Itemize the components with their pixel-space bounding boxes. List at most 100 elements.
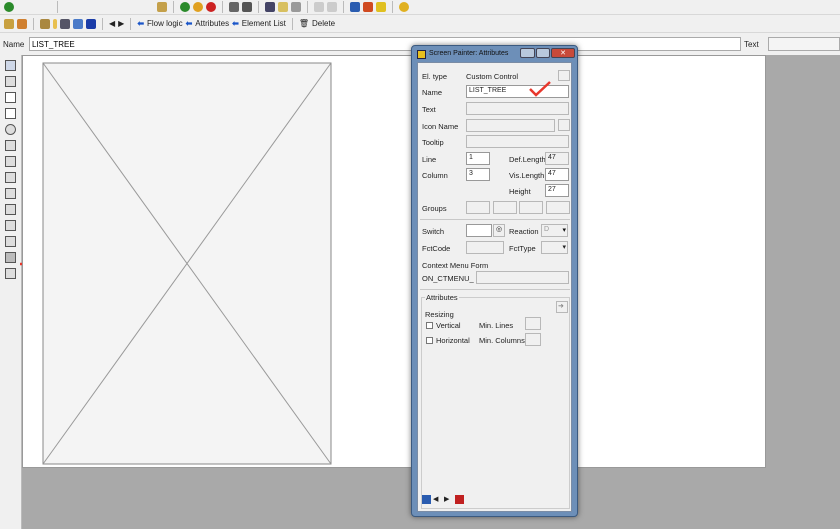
- switch-help-icon[interactable]: ◎: [493, 224, 505, 237]
- enter-icon[interactable]: [4, 2, 14, 12]
- arrow-left-icon: ⬅: [232, 19, 239, 28]
- print-icon[interactable]: [229, 2, 239, 12]
- screen-canvas[interactable]: [22, 55, 766, 468]
- layout-icon[interactable]: [376, 2, 386, 12]
- tabstrip-wizard-icon[interactable]: [5, 172, 16, 183]
- minimize-button[interactable]: [520, 48, 535, 58]
- text-input[interactable]: [768, 37, 840, 51]
- standard-toolbar: [0, 0, 840, 15]
- group-field-3[interactable]: [519, 201, 543, 214]
- flow-logic-label: Flow logic: [147, 19, 183, 28]
- height-label: Height: [509, 187, 531, 196]
- previous-icon[interactable]: ◀: [109, 19, 115, 28]
- activate-icon[interactable]: [17, 18, 27, 29]
- close-button[interactable]: ✕: [551, 48, 575, 58]
- min-lines-field[interactable]: [525, 317, 541, 330]
- name-input[interactable]: [29, 37, 741, 51]
- subscreen-tool-icon[interactable]: [5, 204, 16, 215]
- next-icon[interactable]: ▶: [118, 19, 124, 28]
- maximize-button[interactable]: [536, 48, 550, 58]
- horizontal-checkbox[interactable]: [426, 337, 433, 344]
- horizontal-label: Horizontal: [436, 336, 470, 345]
- reaction-dropdown[interactable]: D ▾: [541, 224, 568, 237]
- next-icon[interactable]: ▶: [444, 495, 449, 503]
- checkbox-tool-icon[interactable]: [5, 108, 16, 119]
- pushbutton-tool-icon[interactable]: [5, 140, 16, 151]
- resizing-label: Resizing: [425, 310, 454, 319]
- info-icon[interactable]: [86, 18, 96, 29]
- tooltip-field[interactable]: [466, 135, 569, 148]
- edit-icon[interactable]: [4, 18, 14, 29]
- icon-name-label: Icon Name: [422, 122, 459, 131]
- table-control-tool-icon[interactable]: [5, 220, 16, 231]
- arrow-left-icon: ⬅: [137, 19, 145, 28]
- custom-control-tool-icon[interactable]: [5, 252, 16, 263]
- delete-label: Delete: [311, 19, 336, 28]
- flow-logic-button[interactable]: ⬅ Flow logic: [137, 19, 182, 28]
- text-field[interactable]: [466, 102, 569, 115]
- element-type-button[interactable]: [558, 70, 570, 81]
- attributes-group-title: Attributes: [425, 293, 459, 302]
- status-icon-tool-icon[interactable]: [5, 268, 16, 279]
- copy-icon[interactable]: [278, 2, 288, 12]
- program-fields-icon[interactable]: [60, 18, 70, 29]
- undo-icon[interactable]: [314, 2, 324, 12]
- trash-icon: 🗑: [298, 19, 309, 28]
- min-columns-field[interactable]: [525, 333, 541, 346]
- arrow-right-icon[interactable]: ➜: [556, 301, 568, 313]
- workspace-background: [766, 55, 840, 529]
- line-field[interactable]: 1: [466, 152, 490, 165]
- custom-control-element[interactable]: [23, 56, 767, 469]
- tabstrip-tool-icon[interactable]: [5, 156, 16, 167]
- fctcode-field[interactable]: [466, 241, 504, 254]
- reaction-value: D: [544, 226, 550, 233]
- delete-button[interactable]: 🗑 Delete: [299, 19, 335, 28]
- exit-icon[interactable]: [193, 2, 203, 12]
- cancel-icon[interactable]: [206, 2, 216, 12]
- icon-browse-button[interactable]: [558, 119, 570, 131]
- paste-icon[interactable]: [291, 2, 301, 12]
- name-label: Name: [422, 88, 443, 97]
- box-tool-icon[interactable]: [5, 188, 16, 199]
- context-menu-field[interactable]: [476, 271, 569, 284]
- vis-length-field[interactable]: 47: [545, 168, 569, 181]
- back-icon[interactable]: [180, 2, 190, 12]
- layout-editor-icon[interactable]: [40, 18, 50, 29]
- switch-label: Switch: [422, 227, 445, 236]
- attributes-button[interactable]: ⬅ Attributes: [186, 19, 230, 28]
- height-field[interactable]: 27: [545, 184, 569, 197]
- text-label: Text: [422, 105, 436, 114]
- radio-tool-icon[interactable]: [5, 124, 16, 135]
- divider: [420, 289, 570, 290]
- close-dialog-icon[interactable]: [422, 495, 431, 504]
- name-label: Name: [3, 40, 25, 49]
- table-wizard-icon[interactable]: [5, 236, 16, 247]
- dialog-body: El. type Custom Control Name LIST_TREE T…: [417, 62, 572, 512]
- dictionary-icon[interactable]: [53, 18, 57, 29]
- input-field-tool-icon[interactable]: [5, 92, 16, 103]
- shortcut-icon[interactable]: [363, 2, 373, 12]
- group-field-1[interactable]: [466, 201, 490, 214]
- vis-length-label: Vis.Length: [509, 171, 545, 180]
- previous-icon[interactable]: ◀: [433, 495, 438, 503]
- create-session-icon[interactable]: [350, 2, 360, 12]
- save-icon[interactable]: [157, 2, 167, 12]
- pointer-tool-icon[interactable]: [5, 60, 16, 71]
- icon-name-field[interactable]: [466, 119, 555, 132]
- text-field-tool-icon[interactable]: [5, 76, 16, 87]
- hierarchy-icon[interactable]: [73, 18, 83, 29]
- vertical-checkbox[interactable]: [426, 322, 433, 329]
- help-icon[interactable]: [455, 495, 464, 504]
- cut-icon[interactable]: [265, 2, 275, 12]
- help-icon[interactable]: [399, 2, 409, 12]
- name-field[interactable]: LIST_TREE: [466, 85, 569, 98]
- element-list-button[interactable]: ⬅ Element List: [232, 19, 286, 28]
- switch-field[interactable]: [466, 224, 492, 237]
- redo-icon[interactable]: [327, 2, 337, 12]
- group-field-2[interactable]: [493, 201, 517, 214]
- group-field-4[interactable]: [546, 201, 570, 214]
- fcttype-dropdown[interactable]: ▾: [541, 241, 568, 254]
- find-icon[interactable]: [242, 2, 252, 12]
- fcttype-label: FctType: [509, 244, 536, 253]
- column-field[interactable]: 3: [466, 168, 490, 181]
